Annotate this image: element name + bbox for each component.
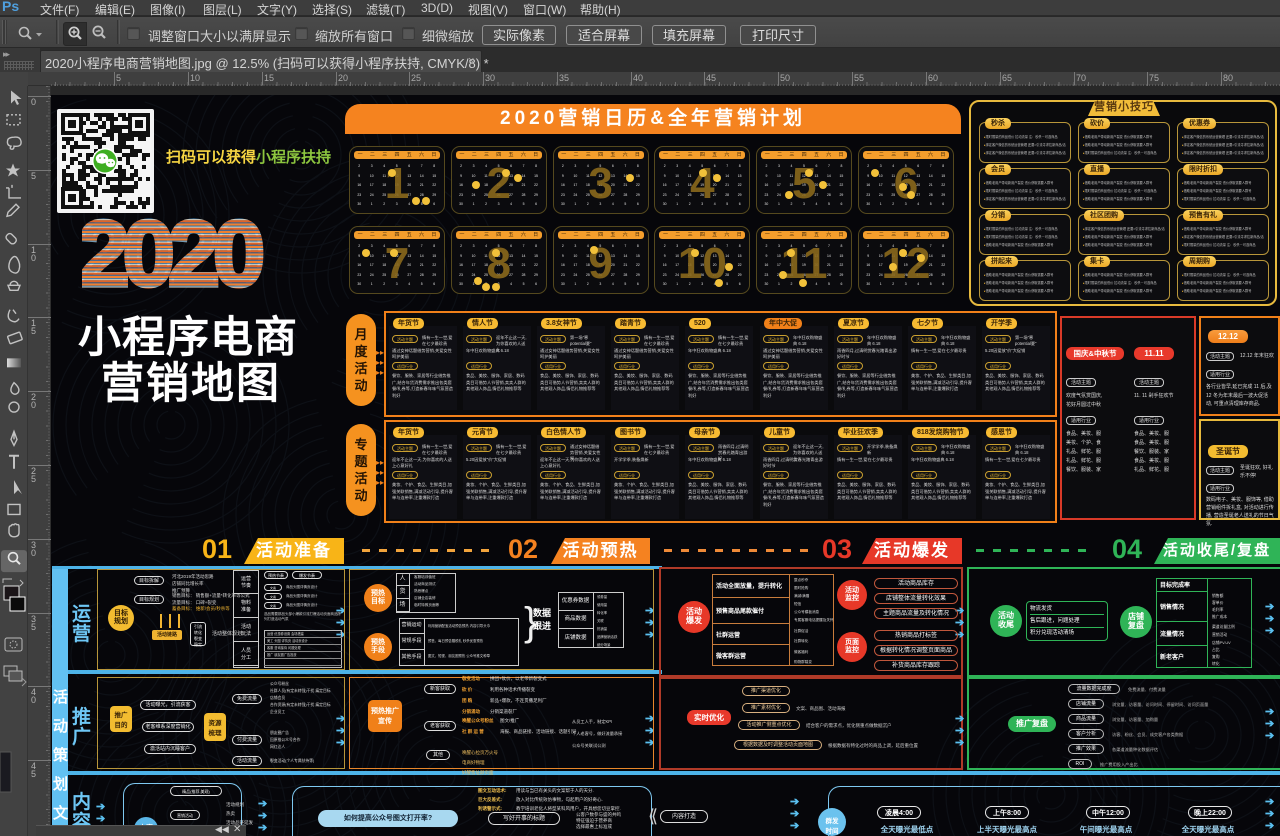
svg-text:2020: 2020 bbox=[82, 216, 261, 296]
